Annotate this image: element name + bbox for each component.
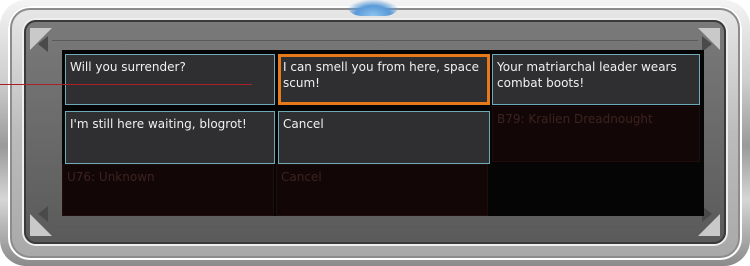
cancel-button[interactable]: Cancel [278,111,490,164]
unknown-label-ghost: U76: Unknown [62,164,274,216]
choice-smell-you-button[interactable]: I can smell you from here, space scum! [278,54,490,105]
comms-panel: B79: Kralien Dreadnought U76: Unknown Ca… [62,50,704,216]
arrow-left-icon [38,206,48,222]
frame-rail-top [52,40,698,41]
choice-surrender-button[interactable]: Will you surrender? [65,54,275,105]
target-label-ghost: B79: Kralien Dreadnought [492,106,700,162]
pointer-line [0,84,252,85]
cancel-label-ghost: Cancel [276,164,488,216]
choice-waiting-button[interactable]: I'm still here waiting, blogrot! [65,111,275,164]
arrow-left-icon [38,36,48,52]
choice-combat-boots-button[interactable]: Your matriarchal leader wears combat boo… [492,54,700,105]
frame-rail-bottom [52,226,698,227]
top-indicator-light [345,0,401,16]
